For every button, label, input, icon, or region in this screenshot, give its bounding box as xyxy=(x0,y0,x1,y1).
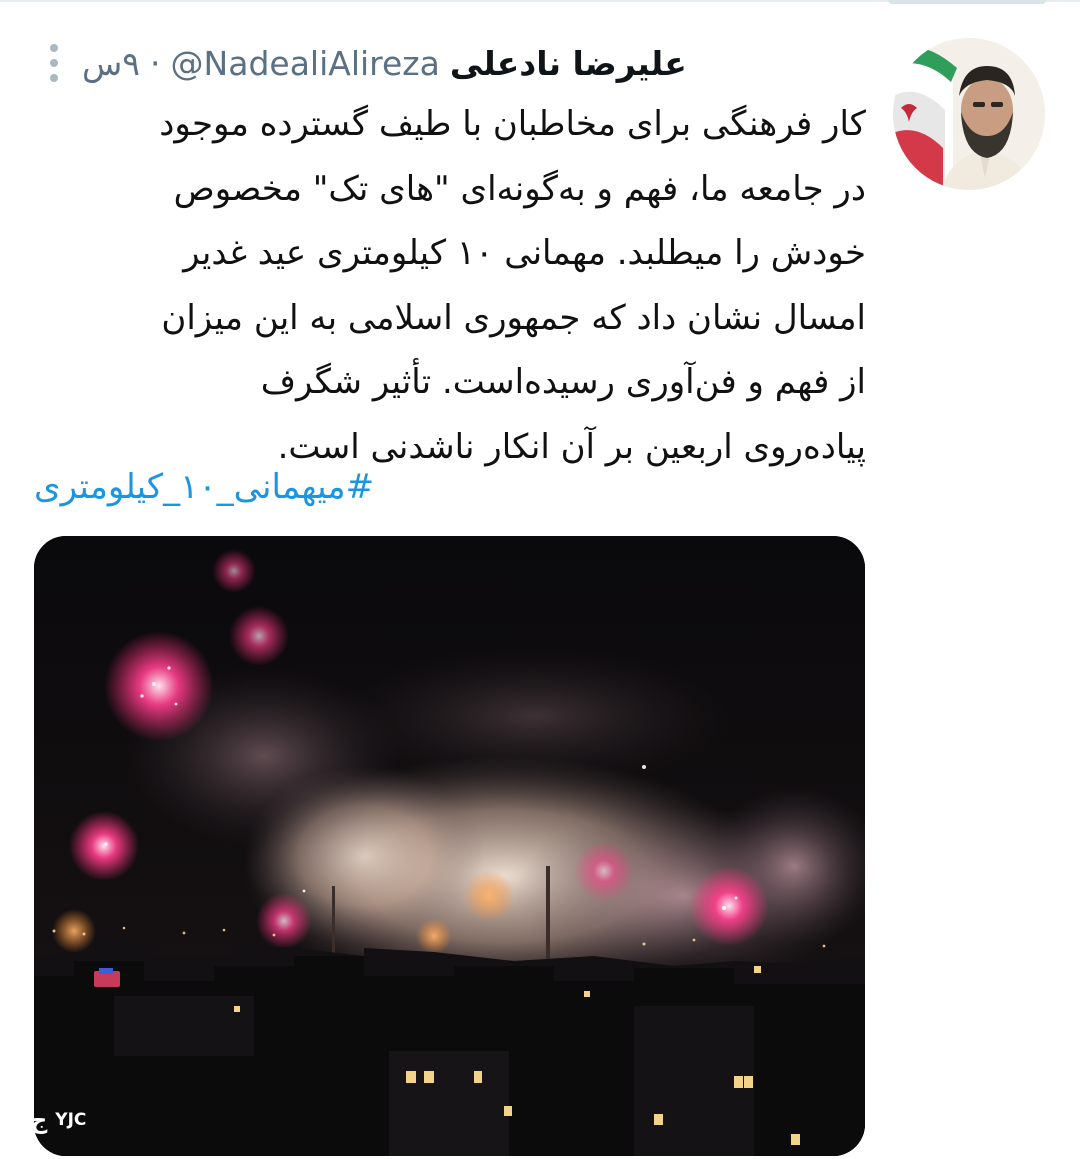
tweet-text-line: کار فرهنگی برای مخاطبان با طیف گسترده مو… xyxy=(159,104,866,144)
avatar[interactable] xyxy=(893,38,1045,190)
watermark-text: YJC xyxy=(55,1110,87,1130)
watermark-mark: ج xyxy=(30,1106,48,1134)
fireworks-photo-icon xyxy=(34,536,865,1156)
meta-separator: · xyxy=(150,43,161,83)
user-handle[interactable]: @NadealiAlireza xyxy=(171,44,440,83)
tweet-time[interactable]: ۹س xyxy=(82,44,140,83)
tweet-text: کار فرهنگی برای مخاطبان با طیف گسترده مو… xyxy=(40,92,866,479)
display-name[interactable]: علیرضا نادعلی xyxy=(450,44,687,83)
tweet-text-line: از فهم و فن‌آوری رسیده‌است. تأثیر شگرف xyxy=(260,362,866,402)
tweet-header: علیرضا نادعلی @NadealiAlireza · ۹س xyxy=(40,38,866,88)
tweet-media[interactable] xyxy=(34,536,865,1156)
watermark: ج YJC xyxy=(30,1100,86,1140)
tweet-text-line: خودش را میطلبد. مهمانی ۱۰ کیلومتری عید غ… xyxy=(183,233,866,273)
tweet-text-line: در جامعه ما، فهم و به‌گونه‌ای "های تک" م… xyxy=(173,168,866,209)
top-tab-indicator xyxy=(888,0,1046,4)
more-vertical-icon[interactable] xyxy=(40,41,68,85)
tweet-text-line: امسال نشان داد که جمهوری اسلامی به این م… xyxy=(161,297,866,338)
tweet-meta: علیرضا نادعلی @NadealiAlireza · ۹س xyxy=(82,44,866,83)
hashtag-link[interactable]: #میهمانی_۱۰_کیلومتری xyxy=(34,459,434,515)
profile-photo-icon xyxy=(893,38,1045,190)
